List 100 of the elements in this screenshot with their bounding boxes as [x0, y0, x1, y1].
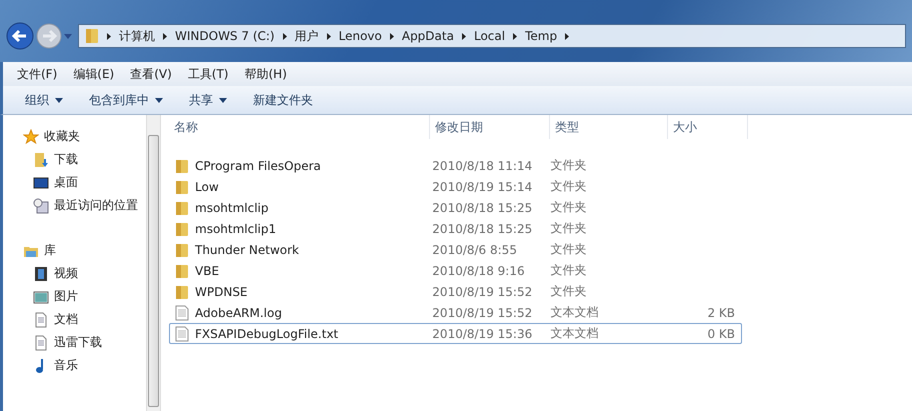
file-row[interactable]: AdobeARM.log 2010/8/19 15:52 文本文档 2 KB	[169, 302, 742, 323]
table-cell-text: 文件夹	[550, 178, 588, 195]
caret-icon	[219, 98, 227, 102]
file-row[interactable]: msohtmlclip1 2010/8/18 15:25 文件夹	[169, 218, 742, 239]
table-cell-text: 2010/8/18 15:25	[431, 200, 534, 214]
file-name: VBE	[195, 264, 220, 278]
film-icon	[33, 266, 49, 282]
scrollbar[interactable]	[146, 115, 161, 411]
sidebar-item[interactable]: 最近访问的位置	[3, 194, 146, 217]
folder-icon	[175, 200, 189, 216]
table-cell: 0 KB	[707, 326, 735, 340]
document-icon	[175, 326, 189, 342]
chevron-icon[interactable]	[163, 32, 167, 40]
chevron-icon[interactable]	[282, 32, 287, 40]
address-bar[interactable]: 计算机 WINDOWS 7 (C:) 用户 Lenovo AppData Local Temp	[78, 24, 906, 48]
breadcrumb[interactable]: Local	[474, 29, 506, 43]
table-cell-text: 文件夹	[550, 283, 588, 300]
file-row[interactable]: VBE 2010/8/18 9:16 文件夹	[169, 260, 742, 281]
file-row[interactable]: Thunder Network 2010/8/6 8:55 文件夹	[169, 239, 742, 260]
table-cell-text: 2010/8/19 15:36	[431, 326, 534, 340]
table-cell-text: 文件夹	[550, 220, 588, 237]
caret-icon	[55, 98, 63, 102]
column-header[interactable]: 名称	[169, 115, 430, 139]
chevron-icon[interactable]	[326, 32, 331, 40]
table-cell-text: 2010/8/19 15:14	[431, 180, 534, 194]
table-cell-text: 文件夹	[550, 199, 588, 216]
file-row[interactable]: CProgram FilesOpera 2010/8/18 11:14 文件夹	[169, 155, 742, 176]
image-icon	[33, 288, 49, 304]
menu-item[interactable]: 文件(F)	[17, 66, 58, 82]
table-cell-text: 文本文档	[550, 304, 600, 321]
file-row[interactable]: WPDNSE 2010/8/19 15:52 文件夹	[169, 281, 742, 302]
file-name: AdobeARM.log	[195, 306, 282, 320]
folder-icon	[85, 28, 99, 44]
file-name: Low	[195, 180, 219, 194]
document-icon	[33, 334, 49, 350]
sidebar-group[interactable]: 收藏夹	[3, 125, 146, 148]
chevron-icon[interactable]	[390, 32, 394, 40]
toolbar-button[interactable]: 包含到库中	[79, 88, 173, 112]
file-name: msohtmlclip	[195, 200, 268, 214]
star-icon	[23, 128, 39, 144]
table-cell-text: 文件夹	[550, 241, 588, 258]
sidebar-item[interactable]: 文档	[3, 308, 146, 331]
table-cell-text: 文件夹	[550, 262, 588, 279]
folder-icon	[175, 262, 189, 278]
recent-icon	[33, 198, 49, 214]
table-cell-text: 2010/8/18 15:25	[431, 222, 534, 236]
table-cell-text: 文本文档	[550, 325, 600, 342]
file-row[interactable]: Low 2010/8/19 15:14 文件夹	[169, 176, 742, 197]
sidebar-item[interactable]: 音乐	[3, 354, 146, 377]
file-name: msohtmlclip1	[195, 222, 276, 236]
breadcrumb[interactable]: Temp	[525, 29, 558, 43]
sidebar-item[interactable]: 迅雷下载	[3, 331, 146, 354]
table-cell-text: 2010/8/18 9:16	[431, 264, 526, 278]
file-row[interactable]: FXSAPIDebugLogFile.txt 2010/8/19 15:36 文本文档 0 KB	[169, 323, 742, 344]
toolbar-button[interactable]: 新建文件夹	[243, 88, 323, 112]
table-cell-text: 文件夹	[550, 157, 588, 174]
document-icon	[175, 304, 189, 320]
file-name: FXSAPIDebugLogFile.txt	[195, 326, 338, 340]
toolbar-button[interactable]: 共享	[179, 88, 237, 112]
menu-item[interactable]: 查看(V)	[130, 66, 172, 82]
caret-icon	[155, 98, 163, 102]
table-cell-text: 2010/8/19 15:52	[431, 306, 534, 320]
breadcrumb[interactable]: 用户	[294, 28, 319, 44]
table-cell: 2 KB	[707, 306, 735, 320]
sidebar-item[interactable]: 下载	[3, 148, 146, 171]
monitor-icon	[33, 174, 49, 190]
sidebar-item[interactable]: 视频	[3, 262, 146, 285]
folder-icon	[33, 152, 49, 168]
folder-icon	[175, 178, 189, 194]
column-header[interactable]: 修改日期	[430, 115, 550, 139]
toolbar-button[interactable]: 组织	[15, 88, 73, 112]
sidebar-group[interactable]: 库	[3, 239, 146, 262]
table-cell-text: 2010/8/18 11:14	[431, 158, 534, 172]
folder-icon	[175, 220, 189, 236]
breadcrumb[interactable]: WINDOWS 7 (C:)	[175, 29, 275, 43]
column-header[interactable]: 类型	[550, 115, 668, 139]
file-name: CProgram FilesOpera	[195, 158, 321, 172]
breadcrumb[interactable]: AppData	[402, 29, 454, 43]
table-cell-text: 2010/8/19 15:52	[431, 284, 534, 298]
folder-icon	[175, 158, 189, 174]
chevron-icon[interactable]	[462, 32, 466, 40]
folder-icon	[175, 284, 189, 300]
chevron-icon[interactable]	[565, 32, 570, 40]
chevron-icon[interactable]	[107, 32, 111, 40]
file-name: Thunder Network	[195, 242, 299, 256]
menu-item[interactable]: 编辑(E)	[73, 66, 114, 82]
document-icon	[33, 312, 49, 328]
column-header[interactable]: 大小	[668, 115, 748, 139]
sidebar-item[interactable]: 图片	[3, 285, 146, 308]
table-cell-text: 2010/8/6 8:55	[431, 242, 518, 256]
chevron-icon[interactable]	[513, 32, 518, 40]
sidebar-item[interactable]: 桌面	[3, 171, 146, 194]
file-row[interactable]: msohtmlclip 2010/8/18 15:25 文件夹	[169, 197, 742, 218]
menu-item[interactable]: 工具(T)	[188, 66, 228, 82]
menu-item[interactable]: 帮助(H)	[244, 66, 287, 82]
breadcrumb[interactable]: Lenovo	[338, 29, 382, 43]
breadcrumb[interactable]: 计算机	[119, 28, 155, 44]
file-name: WPDNSE	[195, 284, 248, 298]
back-button[interactable]	[6, 22, 34, 50]
folder-icon	[175, 242, 189, 258]
